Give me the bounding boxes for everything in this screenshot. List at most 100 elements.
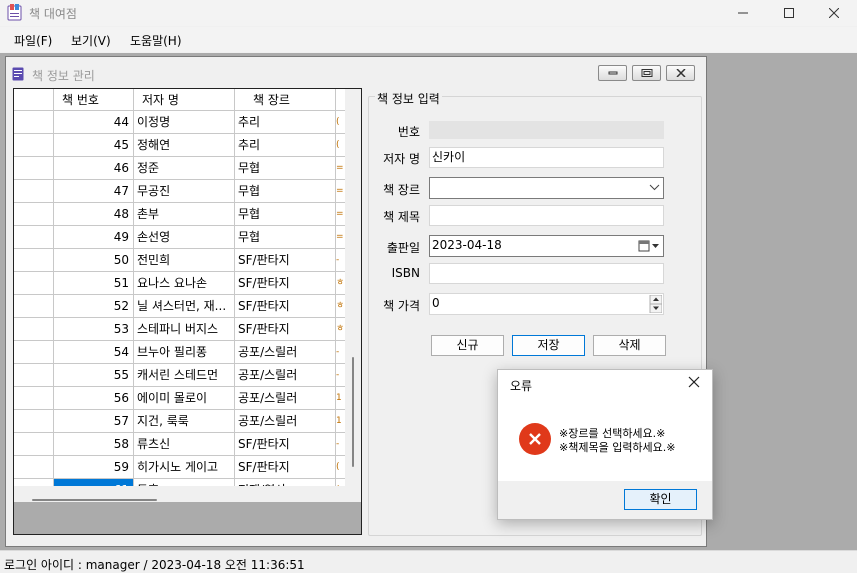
grid-horizontal-scrollbar[interactable] bbox=[14, 486, 345, 502]
cell-author[interactable]: 요나스 요나손 bbox=[134, 272, 235, 294]
table-row[interactable]: 47 무공진 무협 = bbox=[14, 180, 345, 203]
new-button[interactable]: 신규 bbox=[431, 335, 504, 356]
cell-more[interactable]: - bbox=[336, 364, 345, 386]
table-row[interactable]: 54 브누아 필리퐁 공포/스릴러 - bbox=[14, 341, 345, 364]
table-row[interactable]: 50 전민희 SF/판타지 - bbox=[14, 249, 345, 272]
cell-more[interactable]: = bbox=[336, 226, 345, 248]
cell-more[interactable]: ㅎ bbox=[336, 318, 345, 340]
row-header[interactable] bbox=[14, 341, 54, 363]
cell-author[interactable]: 캐서린 스테드먼 bbox=[134, 364, 235, 386]
cell-genre[interactable]: 무협 bbox=[235, 157, 336, 179]
cell-more[interactable]: ( bbox=[336, 456, 345, 478]
number-field[interactable] bbox=[429, 121, 664, 139]
isbn-field[interactable] bbox=[429, 263, 664, 284]
row-header[interactable] bbox=[14, 111, 54, 133]
cell-more[interactable]: ㅎ bbox=[336, 295, 345, 317]
child-maximize-button[interactable] bbox=[632, 65, 661, 81]
menu-help[interactable]: 도움말(H) bbox=[130, 32, 182, 49]
cell-genre[interactable]: 무협 bbox=[235, 203, 336, 225]
cell-book-number[interactable]: 54 bbox=[54, 341, 134, 363]
book-grid[interactable]: 책 번호 저자 명 책 장르 44 이정명 추리(45 정해연 추리(46 정준 무협 = 47… bbox=[13, 88, 362, 535]
menu-file[interactable]: 파일(F) bbox=[14, 32, 52, 49]
row-header[interactable] bbox=[14, 272, 54, 294]
save-button[interactable]: 저장 bbox=[512, 335, 585, 356]
cell-more[interactable]: = bbox=[336, 180, 345, 202]
cell-book-number[interactable]: 51 bbox=[54, 272, 134, 294]
row-header[interactable] bbox=[14, 203, 54, 225]
cell-book-number[interactable]: 50 bbox=[54, 249, 134, 271]
table-row[interactable]: 49 손선영 무협 = bbox=[14, 226, 345, 249]
maximize-button[interactable] bbox=[766, 0, 812, 26]
cell-genre[interactable]: 공포/스릴러 bbox=[235, 387, 336, 409]
child-close-button[interactable] bbox=[666, 65, 695, 81]
stepper-buttons[interactable] bbox=[649, 294, 663, 314]
table-row[interactable]: 44 이정명 추리( bbox=[14, 111, 345, 134]
menu-view[interactable]: 보기(V) bbox=[71, 32, 111, 49]
cell-genre[interactable]: SF/판타지 bbox=[235, 272, 336, 294]
vertical-scroll-thumb[interactable] bbox=[352, 357, 354, 467]
cell-author[interactable]: 에이미 몰로이 bbox=[134, 387, 235, 409]
price-stepper[interactable]: 0 bbox=[429, 293, 664, 315]
row-header[interactable] bbox=[14, 364, 54, 386]
cell-more[interactable]: 1 bbox=[336, 387, 345, 409]
row-header[interactable] bbox=[14, 410, 54, 432]
cell-genre[interactable]: 공포/스릴러 bbox=[235, 410, 336, 432]
calendar-dropdown-icon[interactable] bbox=[638, 240, 660, 252]
cell-book-number[interactable]: 59 bbox=[54, 456, 134, 478]
table-row[interactable]: 46 정준 무협 = bbox=[14, 157, 345, 180]
cell-more[interactable]: ( bbox=[336, 134, 345, 156]
dialog-close-icon[interactable] bbox=[688, 376, 700, 388]
column-header-author[interactable]: 저자 명 bbox=[134, 89, 235, 111]
row-header[interactable] bbox=[14, 180, 54, 202]
cell-genre[interactable]: SF/판타지 bbox=[235, 433, 336, 455]
cell-book-number[interactable]: 56 bbox=[54, 387, 134, 409]
cell-genre[interactable]: 무협 bbox=[235, 226, 336, 248]
cell-more[interactable]: - bbox=[336, 433, 345, 455]
row-header[interactable] bbox=[14, 157, 54, 179]
cell-more[interactable]: - bbox=[336, 249, 345, 271]
cell-genre[interactable]: 추리 bbox=[235, 134, 336, 156]
cell-more[interactable]: = bbox=[336, 157, 345, 179]
cell-more[interactable]: = bbox=[336, 203, 345, 225]
stepper-arrows-icon[interactable] bbox=[649, 294, 663, 314]
cell-book-number[interactable]: 57 bbox=[54, 410, 134, 432]
cell-author[interactable]: 정준 bbox=[134, 157, 235, 179]
cell-genre[interactable]: 공포/스릴러 bbox=[235, 341, 336, 363]
cell-book-number[interactable]: 58 bbox=[54, 433, 134, 455]
row-header[interactable] bbox=[14, 318, 54, 340]
author-field[interactable]: 신카이 bbox=[429, 147, 664, 168]
table-row[interactable]: 55 캐서린 스테드먼 공포/스릴러 - bbox=[14, 364, 345, 387]
cell-book-number[interactable]: 45 bbox=[54, 134, 134, 156]
cell-book-number[interactable]: 46 bbox=[54, 157, 134, 179]
cell-genre[interactable]: SF/판타지 bbox=[235, 318, 336, 340]
cell-author[interactable]: 무공진 bbox=[134, 180, 235, 202]
table-row[interactable]: 58 류츠신 SF/판타지 - bbox=[14, 433, 345, 456]
cell-author[interactable]: 손선영 bbox=[134, 226, 235, 248]
cell-book-number[interactable]: 44 bbox=[54, 111, 134, 133]
cell-author[interactable]: 닐 셔스터먼, 재... bbox=[134, 295, 235, 317]
column-header-more[interactable] bbox=[336, 89, 345, 111]
row-header[interactable] bbox=[14, 134, 54, 156]
column-header-genre[interactable]: 책 장르 bbox=[235, 89, 336, 111]
cell-author[interactable]: 지건, 룩룩 bbox=[134, 410, 235, 432]
cell-book-number[interactable]: 48 bbox=[54, 203, 134, 225]
cell-book-number[interactable]: 47 bbox=[54, 180, 134, 202]
table-row[interactable]: 51 요나스 요나손 SF/판타지 ㅎ bbox=[14, 272, 345, 295]
table-row[interactable]: 56 에이미 몰로이 공포/스릴러 1 bbox=[14, 387, 345, 410]
delete-button[interactable]: 삭제 bbox=[593, 335, 666, 356]
table-row[interactable]: 48 촌부 무협 = bbox=[14, 203, 345, 226]
minimize-button[interactable] bbox=[720, 0, 766, 26]
cell-genre[interactable]: SF/판타지 bbox=[235, 456, 336, 478]
row-header[interactable] bbox=[14, 387, 54, 409]
cell-genre[interactable]: 추리 bbox=[235, 111, 336, 133]
cell-author[interactable]: 류츠신 bbox=[134, 433, 235, 455]
row-header[interactable] bbox=[14, 295, 54, 317]
horizontal-scroll-thumb[interactable] bbox=[32, 499, 157, 501]
genre-select[interactable] bbox=[429, 177, 664, 199]
cell-more[interactable]: - bbox=[336, 341, 345, 363]
row-header[interactable] bbox=[14, 456, 54, 478]
title-field[interactable] bbox=[429, 205, 664, 226]
close-button[interactable] bbox=[811, 0, 857, 26]
cell-book-number[interactable]: 55 bbox=[54, 364, 134, 386]
table-row[interactable]: 52 닐 셔스터먼, 재... SF/판타지 ㅎ bbox=[14, 295, 345, 318]
